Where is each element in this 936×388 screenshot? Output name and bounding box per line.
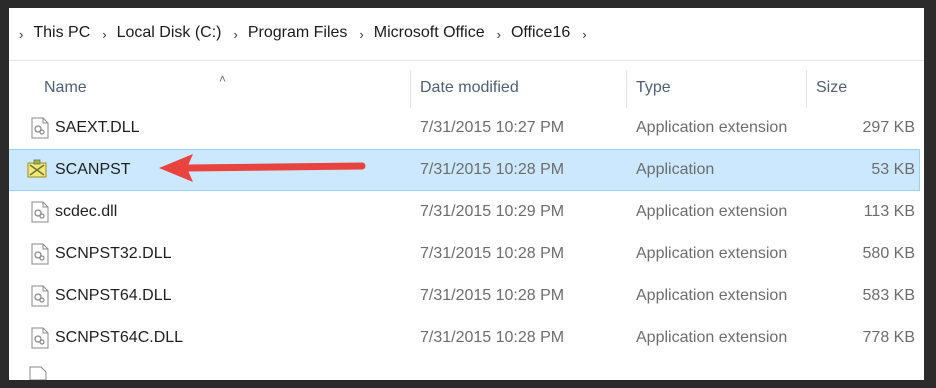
file-date: 7/31/2015 10:28 PM (420, 329, 565, 346)
column-header-name[interactable]: Name (44, 68, 87, 108)
chevron-right-icon[interactable]: › (497, 27, 501, 42)
file-date: 7/31/2015 10:28 PM (420, 161, 565, 178)
dll-file-icon (31, 285, 49, 307)
file-name: scdec.dll (55, 203, 118, 220)
file-size: 583 KB (862, 287, 915, 304)
file-size: 297 KB (862, 119, 915, 136)
breadcrumb-office16[interactable]: Office16 (511, 24, 570, 42)
annotation-arrow-icon (159, 154, 366, 182)
chevron-right-icon[interactable]: › (359, 27, 363, 42)
file-row-scnpst32-dll[interactable]: SCNPST32.DLL 7/31/2015 10:28 PM Applicat… (9, 234, 919, 274)
breadcrumb-divider (9, 60, 924, 61)
column-header-size[interactable]: Size (816, 68, 847, 108)
dll-file-icon (31, 243, 49, 265)
file-type: Application extension (636, 329, 788, 346)
file-size: 113 KB (863, 203, 915, 220)
file-name: SCNPST32.DLL (55, 245, 172, 262)
dll-file-icon (31, 201, 49, 223)
file-size: 53 KB (871, 161, 915, 178)
file-explorer-window: › This PC › Local Disk (C:) › Program Fi… (9, 8, 924, 380)
file-row-scnpst64-dll[interactable]: SCNPST64.DLL 7/31/2015 10:28 PM Applicat… (9, 276, 919, 316)
breadcrumb-this-pc[interactable]: This PC (33, 24, 90, 42)
breadcrumb: › This PC › Local Disk (C:) › Program Fi… (9, 8, 924, 58)
file-name: SAEXT.DLL (55, 119, 140, 136)
column-divider[interactable] (410, 70, 411, 108)
file-type: Application extension (636, 203, 788, 220)
file-date: 7/31/2015 10:27 PM (420, 119, 565, 136)
breadcrumb-microsoft-office[interactable]: Microsoft Office (374, 24, 485, 42)
breadcrumb-local-disk[interactable]: Local Disk (C:) (117, 24, 222, 42)
chevron-right-icon[interactable]: › (234, 27, 238, 42)
file-date: 7/31/2015 10:28 PM (420, 287, 565, 304)
file-name: SCNPST64.DLL (55, 287, 172, 304)
file-name: SCNPST64C.DLL (55, 329, 184, 346)
column-divider[interactable] (626, 70, 627, 108)
dll-file-icon (31, 117, 49, 139)
column-header-date-modified[interactable]: Date modified (420, 68, 519, 108)
column-divider[interactable] (806, 70, 807, 108)
chevron-right-icon[interactable]: › (102, 27, 106, 42)
column-header-row: ˄ Name Date modified Type Size (9, 68, 924, 108)
file-row-scdec-dll[interactable]: scdec.dll 7/31/2015 10:29 PM Application… (9, 192, 919, 232)
dll-file-icon (31, 327, 49, 349)
file-type: Application extension (636, 287, 788, 304)
file-size: 778 KB (862, 329, 915, 346)
file-name: SCANPST (55, 161, 131, 178)
chevron-right-icon[interactable]: › (582, 27, 586, 42)
chevron-right-icon[interactable]: › (19, 27, 23, 42)
scanpst-app-icon (27, 159, 47, 178)
file-date: 7/31/2015 10:29 PM (420, 203, 565, 220)
file-row-scnpst64c-dll[interactable]: SCNPST64C.DLL 7/31/2015 10:28 PM Applica… (9, 318, 919, 358)
file-date: 7/31/2015 10:28 PM (420, 245, 565, 262)
file-type: Application extension (636, 119, 788, 136)
column-header-type[interactable]: Type (636, 68, 671, 108)
partial-file-icon (29, 366, 47, 380)
file-row-scanpst[interactable]: SCANPST 7/31/2015 10:28 PM Application 5… (9, 149, 920, 191)
file-type: Application (636, 161, 715, 178)
breadcrumb-program-files[interactable]: Program Files (248, 24, 348, 42)
file-row-saext-dll[interactable]: SAEXT.DLL 7/31/2015 10:27 PM Application… (9, 108, 919, 148)
sort-ascending-icon: ˄ (219, 72, 227, 86)
file-type: Application extension (636, 245, 788, 262)
file-size: 580 KB (862, 245, 915, 262)
